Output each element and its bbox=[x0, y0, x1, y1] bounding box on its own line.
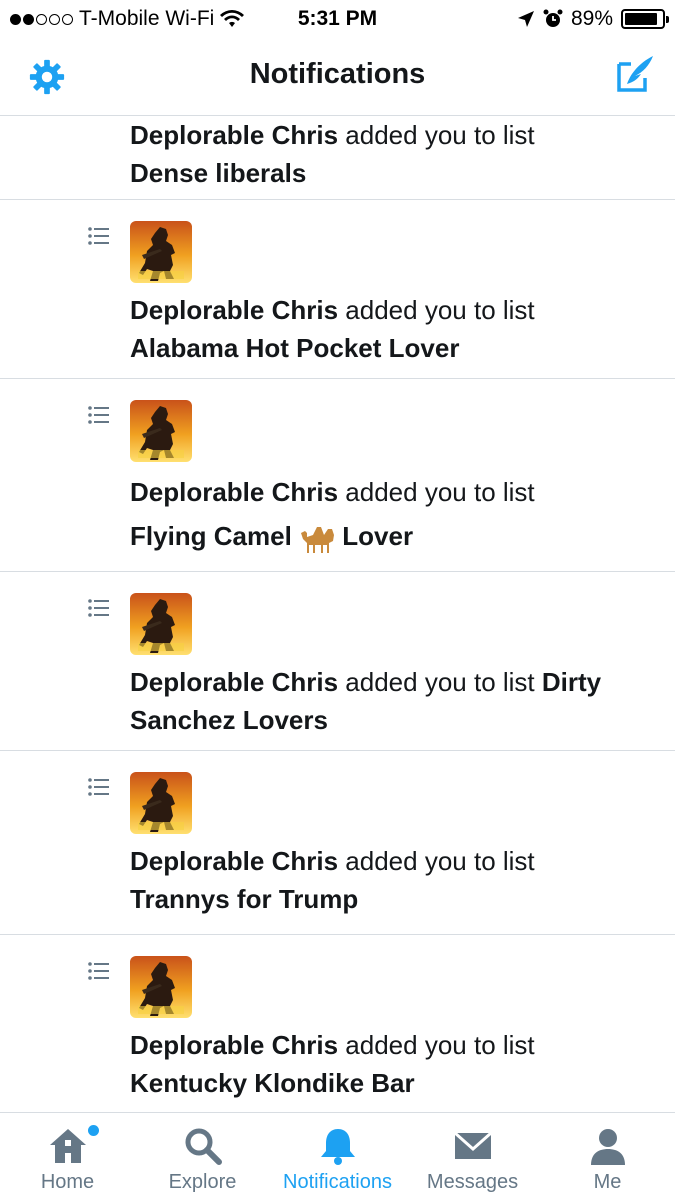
notification-list-name[interactable]: Flying Camel bbox=[130, 521, 292, 551]
home-icon bbox=[49, 1129, 86, 1163]
notification-list-name-suffix[interactable]: Lover bbox=[342, 521, 413, 551]
notification-text: Deplorable Chris added you to list Alaba… bbox=[130, 291, 651, 367]
compose-icon[interactable] bbox=[615, 54, 655, 94]
list-icon bbox=[88, 599, 109, 617]
avatar[interactable] bbox=[130, 400, 192, 462]
notification-list-name[interactable]: Trannys for Trump bbox=[130, 884, 358, 914]
alarm-icon bbox=[543, 9, 563, 27]
notification-action: added you to list bbox=[345, 120, 535, 150]
notification-user[interactable]: Deplorable Chris bbox=[130, 667, 338, 697]
notification-text: Deplorable Chris added you to list Kentu… bbox=[130, 1026, 651, 1102]
notification-item[interactable]: Deplorable Chris added you to list Kentu… bbox=[0, 935, 675, 1112]
notification-text: Deplorable Chris added you to list Flyin… bbox=[130, 470, 651, 558]
home-unread-dot bbox=[88, 1125, 99, 1136]
tab-me[interactable]: Me bbox=[540, 1113, 675, 1200]
notification-item[interactable]: Deplorable Chris added you to list Alaba… bbox=[0, 200, 675, 379]
nav-bar: Notifications bbox=[0, 38, 675, 116]
tab-notifications-label: Notifications bbox=[283, 1171, 392, 1193]
search-icon bbox=[185, 1128, 222, 1165]
notification-user[interactable]: Deplorable Chris bbox=[130, 1030, 338, 1060]
notification-item[interactable]: Deplorable Chris added you to list Dirty… bbox=[0, 572, 675, 751]
notification-item[interactable]: Deplorable Chris added you to list Flyin… bbox=[0, 379, 675, 572]
notification-text: Deplorable Chris added you to list Dense… bbox=[130, 116, 651, 192]
tab-bar: Home Explore Notifications Messages Me bbox=[0, 1112, 675, 1200]
tab-notifications[interactable]: Notifications bbox=[270, 1113, 405, 1200]
list-icon bbox=[88, 227, 109, 245]
tab-home-label: Home bbox=[40, 1171, 95, 1193]
page-title: Notifications bbox=[249, 58, 426, 90]
list-icon bbox=[88, 778, 109, 796]
tab-messages[interactable]: Messages bbox=[405, 1113, 540, 1200]
notification-item[interactable]: Deplorable Chris added you to list Trann… bbox=[0, 751, 675, 935]
tab-explore-label: Explore bbox=[168, 1171, 237, 1193]
notification-action: added you to list bbox=[345, 1030, 535, 1060]
tab-explore[interactable]: Explore bbox=[135, 1113, 270, 1200]
notification-item[interactable]: Deplorable Chris added you to list Dense… bbox=[0, 116, 675, 200]
avatar[interactable] bbox=[130, 772, 192, 834]
tab-messages-label: Messages bbox=[426, 1171, 519, 1193]
notification-user[interactable]: Deplorable Chris bbox=[130, 477, 338, 507]
notification-list-name[interactable]: Dense liberals bbox=[130, 158, 306, 188]
list-icon bbox=[88, 406, 109, 424]
status-bar: T-Mobile Wi-Fi 5:31 PM 89% bbox=[0, 0, 675, 38]
notification-action: added you to list bbox=[345, 667, 535, 697]
camel-emoji-icon bbox=[301, 527, 335, 554]
envelope-icon bbox=[453, 1131, 492, 1159]
notifications-feed[interactable]: Deplorable Chris added you to list Dense… bbox=[0, 116, 675, 1112]
avatar[interactable] bbox=[130, 593, 192, 655]
person-icon bbox=[590, 1129, 625, 1165]
notification-user[interactable]: Deplorable Chris bbox=[130, 120, 338, 150]
location-arrow-icon bbox=[517, 11, 534, 27]
notification-action: added you to list bbox=[345, 295, 535, 325]
tab-home[interactable]: Home bbox=[0, 1113, 135, 1200]
notification-text: Deplorable Chris added you to list Trann… bbox=[130, 842, 651, 918]
battery-icon bbox=[621, 9, 669, 29]
notification-list-name[interactable]: Kentucky Klondike Bar bbox=[130, 1068, 415, 1098]
notification-user[interactable]: Deplorable Chris bbox=[130, 846, 338, 876]
avatar[interactable] bbox=[130, 956, 192, 1018]
tab-me-label: Me bbox=[593, 1171, 622, 1193]
avatar[interactable] bbox=[130, 221, 192, 283]
notification-user[interactable]: Deplorable Chris bbox=[130, 295, 338, 325]
notification-list-name[interactable]: Alabama Hot Pocket Lover bbox=[130, 333, 459, 363]
notification-action: added you to list bbox=[345, 477, 535, 507]
bell-icon bbox=[320, 1129, 355, 1165]
notification-text: Deplorable Chris added you to list Dirty… bbox=[130, 663, 651, 739]
notification-action: added you to list bbox=[345, 846, 535, 876]
battery-percent: 89% bbox=[570, 7, 613, 30]
list-icon bbox=[88, 962, 109, 980]
